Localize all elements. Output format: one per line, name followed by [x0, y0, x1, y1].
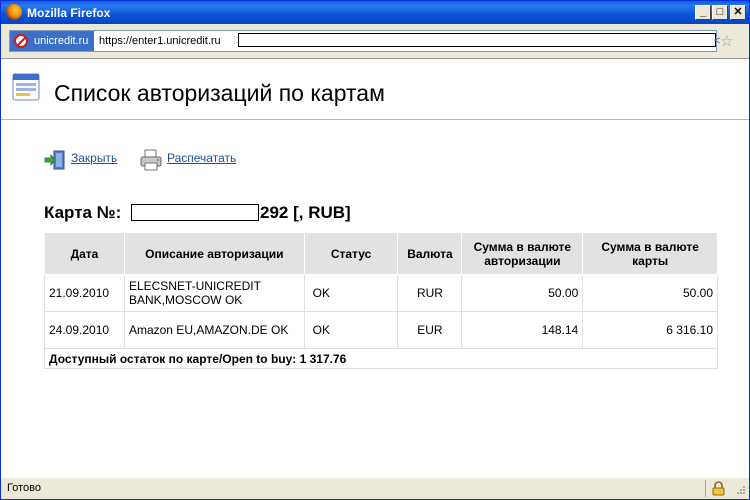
table-row: 21.09.2010 ELECSNET-UNICREDIT BANK,MOSCO… [44, 274, 718, 312]
status-text: Готово [7, 482, 41, 494]
browser-window: Mozilla Firefox _ □ ✕ unicredit.ru https… [0, 0, 750, 500]
cell-currency: RUR [397, 274, 463, 312]
site-identity-icon [14, 34, 28, 48]
cell-description: Amazon EU,AMAZON.DE OK [123, 311, 305, 349]
header-status: Статус [303, 232, 399, 275]
site-identity-button[interactable]: unicredit.ru [10, 31, 94, 51]
site-identity-domain: unicredit.ru [34, 35, 89, 47]
resize-grip-icon[interactable] [734, 483, 746, 495]
cell-status: OK [303, 311, 399, 349]
divider [1, 119, 749, 120]
cell-currency: EUR [397, 311, 463, 349]
window-title: Mozilla Firefox [27, 6, 111, 20]
table-footer-row: Доступный остаток по карте/Open to buy: … [44, 348, 718, 369]
print-link[interactable]: Распечатать [167, 151, 236, 165]
table-row: 24.09.2010 Amazon EU,AMAZON.DE OK OK EUR… [44, 311, 718, 349]
close-window-button[interactable]: ✕ [730, 5, 746, 20]
header-card-amount: Сумма в валюте карты [582, 232, 718, 275]
lock-icon[interactable] [712, 481, 725, 496]
url-redaction [238, 33, 716, 47]
firefox-logo-icon [6, 4, 22, 20]
bookmark-star-icon[interactable]: ☆ [720, 32, 733, 50]
url-field[interactable]: unicredit.ru https://enter1.unicredit.ru… [9, 30, 720, 52]
minimize-button[interactable]: _ [695, 5, 711, 20]
page-content: Список авторизаций по картам Закрыть Рас… [1, 58, 749, 477]
authorizations-table: Дата Описание авторизации Статус Валюта … [44, 232, 718, 369]
open-to-buy-balance: Доступный остаток по карте/Open to buy: … [44, 348, 718, 369]
status-separator [705, 480, 706, 497]
maximize-button[interactable]: □ [712, 5, 728, 20]
header-auth-amount: Сумма в валюте авторизации [461, 232, 584, 275]
cell-auth-amount: 50.00 [461, 274, 584, 312]
address-bar: unicredit.ru https://enter1.unicredit.ru… [1, 24, 749, 58]
url-text: https://enter1.unicredit.ru [99, 35, 221, 47]
cell-auth-amount: 148.14 [461, 311, 584, 349]
cell-status: OK [303, 274, 399, 312]
exit-door-icon[interactable] [44, 150, 66, 170]
card-number-suffix: 292 [, RUB] [260, 203, 351, 222]
list-document-icon [12, 73, 40, 101]
header-description: Описание авторизации [123, 232, 305, 275]
printer-icon[interactable] [139, 149, 163, 171]
page-title: Список авторизаций по картам [54, 80, 385, 106]
close-link[interactable]: Закрыть [71, 151, 117, 165]
table-header-row: Дата Описание авторизации Статус Валюта … [44, 232, 718, 275]
cell-date: 24.09.2010 [44, 311, 125, 349]
header-currency: Валюта [397, 232, 463, 275]
header-date: Дата [44, 232, 125, 275]
cell-card-amount: 50.00 [582, 274, 718, 312]
title-bar[interactable]: Mozilla Firefox _ □ ✕ [1, 1, 749, 24]
cell-date: 21.09.2010 [44, 274, 125, 312]
cell-card-amount: 6 316.10 [582, 311, 718, 349]
cell-description: ELECSNET-UNICREDIT BANK,MOSCOW OK [123, 274, 305, 312]
card-number-redaction [131, 204, 259, 221]
card-number-label: Карта №: [44, 203, 122, 222]
status-bar: Готово [1, 477, 749, 499]
